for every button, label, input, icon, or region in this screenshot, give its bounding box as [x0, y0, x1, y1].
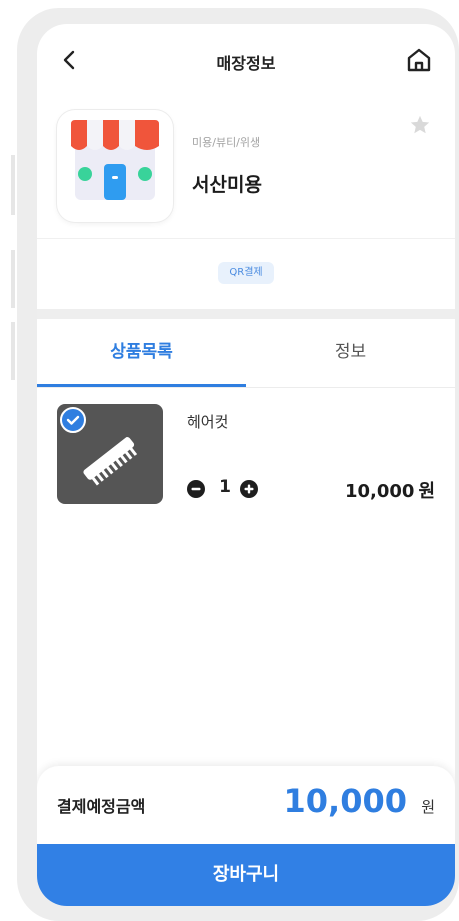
- minus-circle-icon: [191, 487, 201, 491]
- payment-summary: 결제예정금액 10,000 원: [37, 766, 455, 848]
- total-label: 결제예정금액: [57, 797, 146, 816]
- app-screen: 매장정보 미용/뷰티/위생 서산미용 QR결제 상품목록 정보 헤어컷 1 10…: [37, 24, 455, 906]
- payment-badge: QR결제: [218, 262, 274, 284]
- quantity-increase-button[interactable]: [240, 480, 258, 498]
- check-icon: [66, 415, 80, 425]
- plus-circle-icon: [244, 484, 254, 494]
- side-strip: [11, 155, 15, 215]
- product-name: 헤어컷: [187, 413, 229, 431]
- product-price: 10,000 원: [345, 477, 435, 503]
- product-price-unit: 원: [418, 481, 435, 502]
- header: 매장정보: [37, 24, 455, 96]
- total-amount: 10,000: [283, 782, 407, 820]
- page-title: 매장정보: [216, 54, 276, 73]
- side-strip: [11, 250, 15, 308]
- store-icon: [71, 120, 159, 200]
- home-icon[interactable]: [405, 47, 433, 73]
- product-checkbox[interactable]: [60, 407, 86, 433]
- total-unit: 원: [421, 798, 435, 816]
- section-divider: [37, 309, 455, 319]
- side-strip: [11, 322, 15, 380]
- tab-bar: 상품목록 정보: [37, 319, 455, 388]
- star-icon[interactable]: [409, 114, 431, 136]
- product-price-value: 10,000: [344, 481, 415, 502]
- store-name: 서산미용: [192, 174, 262, 196]
- store-logo: [57, 110, 173, 222]
- tab-info[interactable]: 정보: [246, 319, 455, 387]
- quantity-decrease-button[interactable]: [187, 480, 205, 498]
- tab-active-indicator: [37, 384, 246, 387]
- quantity-value: 1: [219, 477, 231, 497]
- store-category: 미용/뷰티/위생: [192, 136, 261, 149]
- cart-button[interactable]: 장바구니: [37, 844, 455, 906]
- tab-products[interactable]: 상품목록: [37, 319, 246, 387]
- divider: [37, 238, 455, 239]
